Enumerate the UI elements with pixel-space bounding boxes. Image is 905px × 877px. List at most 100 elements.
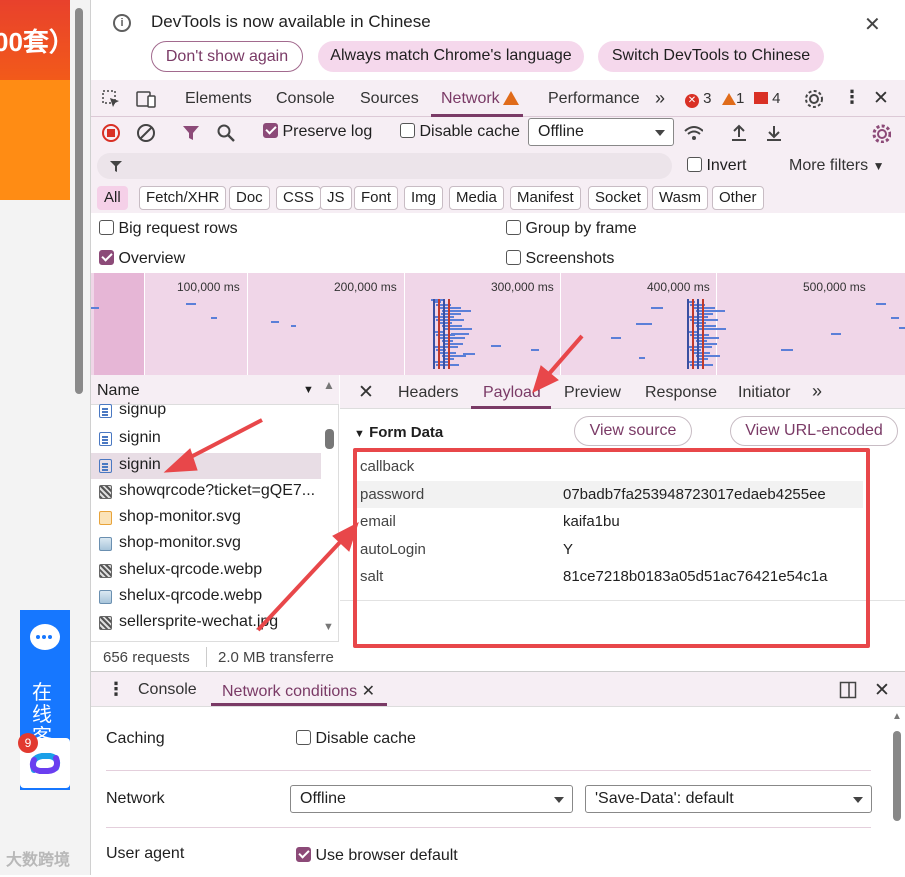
device-toolbar-icon[interactable] [135,89,157,109]
type-socket[interactable]: Socket [588,186,648,210]
use-browser-default-checkbox[interactable]: Use browser default [296,847,458,865]
request-row[interactable]: signup [91,401,321,421]
throttling-select[interactable]: Offline [528,118,674,146]
promo-banner-orange[interactable] [0,80,70,200]
close-devtools-icon[interactable]: ✕ [873,87,889,110]
tab-network-conditions[interactable]: Network conditions ✕ [222,681,375,701]
type-fetch-xhr[interactable]: Fetch/XHR [139,186,227,210]
timeline-selection[interactable] [94,273,144,375]
group-frame-check[interactable] [506,220,521,235]
request-row[interactable]: signin [91,426,321,452]
switch-to-chinese-button[interactable]: Switch DevTools to Chinese [598,41,824,72]
request-list-scrollbar[interactable]: ▼ [323,395,337,635]
network-throttle-select[interactable]: Offline [290,785,573,813]
tab-console[interactable]: Console [276,90,335,108]
nc-scrollbar[interactable]: ▲ [891,711,903,877]
promo-banner[interactable]: 00套） [0,0,70,80]
close-tab-icon[interactable]: ✕ [362,683,375,700]
screenshots-checkbox[interactable]: Screenshots [506,250,614,268]
group-by-frame-checkbox[interactable]: Group by frame [506,220,637,238]
always-match-language-button[interactable]: Always match Chrome's language [318,41,584,72]
tab-initiator[interactable]: Initiator [738,384,790,402]
close-drawer-icon[interactable]: ✕ [874,679,890,702]
request-row[interactable]: shop-monitor.svg [91,531,321,557]
tab-network[interactable]: Network [441,90,519,108]
disable-cache-checkbox[interactable]: Disable cache [400,123,520,141]
type-all[interactable]: All [97,186,128,210]
tab-headers[interactable]: Headers [398,384,458,402]
type-font[interactable]: Font [354,186,399,210]
close-icon[interactable]: ✕ [864,12,881,37]
scroll-up-icon[interactable]: ▲ [892,711,902,722]
filter-funnel-icon[interactable] [181,123,201,143]
more-tabs-icon[interactable]: » [655,88,665,109]
inspect-element-icon[interactable] [101,89,121,109]
nc-scrollbar-thumb[interactable] [893,731,901,821]
close-detail-icon[interactable]: ✕ [358,381,374,404]
big-rows-check[interactable] [99,220,114,235]
preserve-log-checkbox[interactable]: Preserve log [263,123,372,141]
scroll-down-icon[interactable]: ▼ [323,621,334,633]
page-scrollbar[interactable] [74,0,84,400]
dock-side-icon[interactable] [839,681,857,699]
clear-icon[interactable] [136,123,156,143]
type-wasm[interactable]: Wasm [652,186,708,210]
tab-sources[interactable]: Sources [360,90,419,108]
kebab-menu-icon[interactable]: ⋮ [843,87,861,108]
type-img[interactable]: Img [404,186,444,210]
view-url-encoded-button[interactable]: View URL-encoded [730,416,898,446]
filter-input[interactable] [97,153,672,179]
request-row-selected[interactable]: signin [91,453,321,479]
record-stop-icon[interactable] [101,123,121,143]
screenshots-check[interactable] [506,250,521,265]
dont-show-again-button[interactable]: Don't show again [151,41,303,72]
tab-payload[interactable]: Payload [483,384,541,402]
request-row[interactable]: shelux-qrcode.webp [91,584,321,610]
tab-elements[interactable]: Elements [185,90,252,108]
type-js[interactable]: JS [320,186,352,210]
search-icon[interactable] [216,123,236,143]
type-manifest[interactable]: Manifest [510,186,581,210]
import-har-icon[interactable] [729,123,749,143]
form-data-section-toggle[interactable]: ▼ Form Data [354,424,443,441]
timeline-tick-label: 100,000 ms [177,280,240,294]
request-row[interactable]: sellersprite-wechat.jpg [91,610,321,636]
use-browser-default-check[interactable] [296,847,311,862]
tab-preview[interactable]: Preview [564,384,621,402]
more-detail-tabs-icon[interactable]: » [812,381,822,402]
drawer-menu-icon[interactable]: ⋮ [107,679,125,700]
save-data-select[interactable]: 'Save-Data': default [585,785,872,813]
request-row[interactable]: showqrcode?ticket=gQE7... [91,479,321,505]
request-row[interactable]: shelux-qrcode.webp [91,558,321,584]
export-har-icon[interactable] [764,123,784,143]
issues-counter[interactable]: 4 [754,90,781,107]
settings-gear-icon[interactable] [803,88,825,110]
warning-counter[interactable]: 1 [719,90,744,107]
view-source-button[interactable]: View source [574,416,692,446]
tab-console-drawer[interactable]: Console [138,681,197,699]
disable-cache-check[interactable] [400,123,415,138]
big-request-rows-checkbox[interactable]: Big request rows [99,220,238,238]
overview-timeline[interactable]: 100,000 ms 200,000 ms 300,000 ms 400,000… [91,273,905,375]
request-list-scrollbar-thumb[interactable] [325,429,334,449]
tab-performance[interactable]: Performance [548,90,640,108]
request-row[interactable]: shop-monitor.svg [91,505,321,531]
page-scrollbar-thumb[interactable] [75,8,83,394]
type-css[interactable]: CSS [276,186,321,210]
preserve-log-check[interactable] [263,123,278,138]
nc-disable-cache-checkbox[interactable]: Disable cache [296,730,416,748]
nc-disable-cache-check[interactable] [296,730,311,745]
type-media[interactable]: Media [449,186,504,210]
type-other[interactable]: Other [712,186,764,210]
network-settings-gear-icon[interactable] [871,123,891,143]
tab-response[interactable]: Response [645,384,717,402]
invert-check[interactable] [687,157,702,172]
overview-check[interactable] [99,250,114,265]
error-counter[interactable]: ✕ 3 [685,90,712,108]
invert-checkbox[interactable]: Invert [687,157,746,175]
overview-checkbox[interactable]: Overview [99,250,185,268]
scroll-up-icon[interactable]: ▲ [323,378,335,392]
type-doc[interactable]: Doc [229,186,270,210]
network-conditions-wifi-icon[interactable] [683,123,703,143]
more-filters-dropdown[interactable]: More filters ▼ [789,157,884,175]
